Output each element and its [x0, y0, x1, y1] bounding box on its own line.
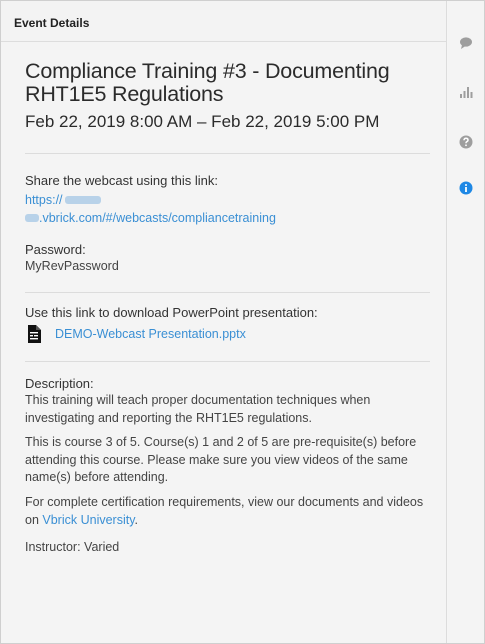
chat-icon[interactable]: [459, 36, 473, 50]
panel-header: Event Details: [1, 1, 446, 42]
share-link[interactable]: https:// .vbrick.com/#/webcasts/complian…: [25, 191, 430, 227]
password-section: Password: MyRevPassword: [25, 241, 430, 275]
side-icon-rail: [448, 1, 484, 643]
share-label: Share the webcast using this link:: [25, 173, 218, 188]
password-value: MyRevPassword: [25, 259, 119, 273]
download-section: Use this link to download PowerPoint pre…: [25, 304, 430, 343]
instructor-text: Instructor: Varied: [25, 539, 120, 554]
description-text: .: [134, 513, 139, 527]
description-paragraph: This training will teach proper document…: [25, 393, 371, 425]
event-details-content: Compliance Training #3 - Documenting RHT…: [1, 42, 446, 556]
description-paragraph: For complete certification requirements,…: [25, 494, 430, 530]
download-label: Use this link to download PowerPoint pre…: [25, 305, 318, 320]
section-divider: [25, 361, 430, 362]
description-paragraph: This is course 3 of 5. Course(s) 1 and 2…: [25, 435, 417, 484]
redacted-text: [64, 195, 101, 204]
help-icon[interactable]: [459, 135, 473, 149]
download-file-link[interactable]: DEMO-Webcast Presentation.pptx: [55, 325, 246, 343]
description-label: Description:: [25, 376, 94, 391]
event-datetime: Feb 22, 2019 8:00 AM – Feb 22, 2019 5:00…: [25, 112, 380, 131]
event-details-panel: Event Details Compliance Training #3 - D…: [1, 1, 447, 643]
share-link-line1[interactable]: https://: [25, 193, 63, 207]
section-divider: [25, 292, 430, 293]
info-icon[interactable]: [459, 181, 473, 195]
password-label: Password:: [25, 242, 86, 257]
panel-header-title: Event Details: [14, 16, 90, 30]
share-link-line2[interactable]: .vbrick.com/#/webcasts/compliancetrainin…: [39, 211, 276, 225]
description-section: Description: This training will teach pr…: [25, 375, 430, 556]
poll-chart-icon[interactable]: [459, 85, 473, 99]
powerpoint-file-icon: [28, 325, 41, 343]
redacted-text: [25, 213, 39, 222]
share-section: Share the webcast using this link: https…: [25, 172, 430, 227]
download-file-row[interactable]: DEMO-Webcast Presentation.pptx: [25, 325, 430, 343]
event-title: Compliance Training #3 - Documenting RHT…: [25, 59, 390, 106]
vbrick-university-link[interactable]: Vbrick University: [42, 513, 134, 527]
section-divider: [25, 153, 430, 154]
